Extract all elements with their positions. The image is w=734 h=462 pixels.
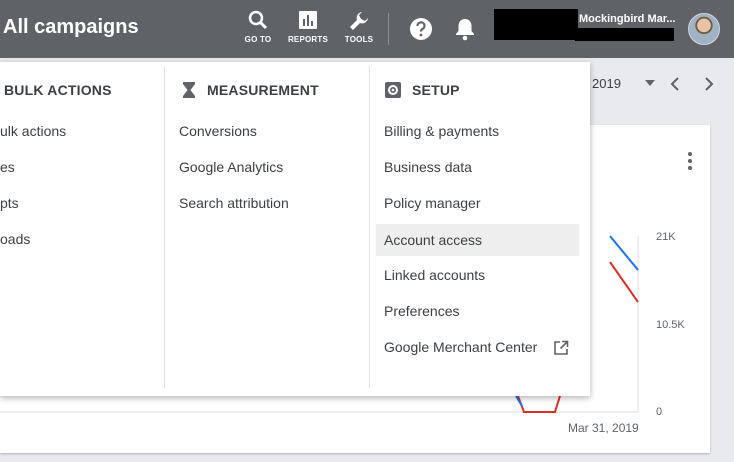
bulk-actions-column: BULK ACTIONS ulk actions es pts oads: [0, 62, 164, 396]
redacted-account-id: [575, 28, 674, 41]
measurement-item-conversions[interactable]: Conversions: [179, 115, 257, 147]
bulk-actions-item[interactable]: pts: [0, 187, 19, 219]
goto-button[interactable]: GO TO: [234, 10, 282, 50]
tools-menu: BULK ACTIONS ulk actions es pts oads MEA…: [0, 62, 590, 396]
external-link-icon[interactable]: [553, 340, 569, 356]
wrench-icon: [350, 12, 368, 30]
bulk-actions-item[interactable]: es: [0, 151, 15, 183]
hourglass-icon: [183, 82, 195, 98]
y-tick-zero: 0: [656, 406, 663, 418]
reports-label: REPORTS: [287, 35, 329, 44]
help-icon[interactable]: [409, 17, 433, 41]
bulk-actions-item[interactable]: oads: [0, 223, 30, 255]
account-name[interactable]: Mockingbird Mar...: [579, 13, 677, 25]
header-divider: [388, 13, 389, 45]
setup-item-account-access[interactable]: Account access: [376, 224, 579, 256]
bell-icon[interactable]: [454, 17, 476, 41]
setup-item-linked-accounts[interactable]: Linked accounts: [384, 259, 485, 291]
bulk-actions-item[interactable]: ulk actions: [0, 115, 66, 147]
series-red-line: [609, 261, 639, 303]
reports-icon: [299, 11, 317, 29]
gear-icon: [385, 82, 401, 98]
search-icon: [248, 10, 268, 30]
top-header: All campaigns GO TO REPORTS TOOLS Mockin…: [0, 0, 734, 58]
setup-item-billing[interactable]: Billing & payments: [384, 115, 499, 147]
setup-item-business-data[interactable]: Business data: [384, 151, 472, 183]
setup-item-policy-manager[interactable]: Policy manager: [384, 187, 481, 219]
setup-item-merchant-center[interactable]: Google Merchant Center: [384, 331, 537, 363]
setup-item-preferences[interactable]: Preferences: [384, 295, 459, 327]
tools-button[interactable]: TOOLS: [335, 10, 383, 50]
series-blue-line: [609, 235, 639, 271]
y-tick-mid: 10.5K: [656, 319, 685, 331]
x-axis-date: Mar 31, 2019: [568, 421, 639, 435]
measurement-column: MEASUREMENT Conversions Google Analytics…: [165, 62, 369, 396]
page-title: All campaigns: [3, 16, 139, 38]
measurement-item-google-analytics[interactable]: Google Analytics: [179, 151, 283, 183]
setup-heading: SETUP: [412, 82, 460, 98]
reports-button[interactable]: REPORTS: [284, 10, 332, 50]
tools-label: TOOLS: [344, 35, 374, 44]
avatar[interactable]: [688, 13, 720, 45]
measurement-heading: MEASUREMENT: [207, 82, 319, 98]
measurement-item-search-attribution[interactable]: Search attribution: [179, 187, 289, 219]
redacted-account-block: [494, 9, 578, 40]
goto-label: GO TO: [244, 35, 272, 44]
setup-column: SETUP Billing & payments Business data P…: [370, 62, 590, 396]
series-red-line-lower: [517, 395, 561, 413]
bulk-actions-heading: BULK ACTIONS: [4, 82, 112, 98]
y-tick-top: 21K: [656, 231, 676, 243]
